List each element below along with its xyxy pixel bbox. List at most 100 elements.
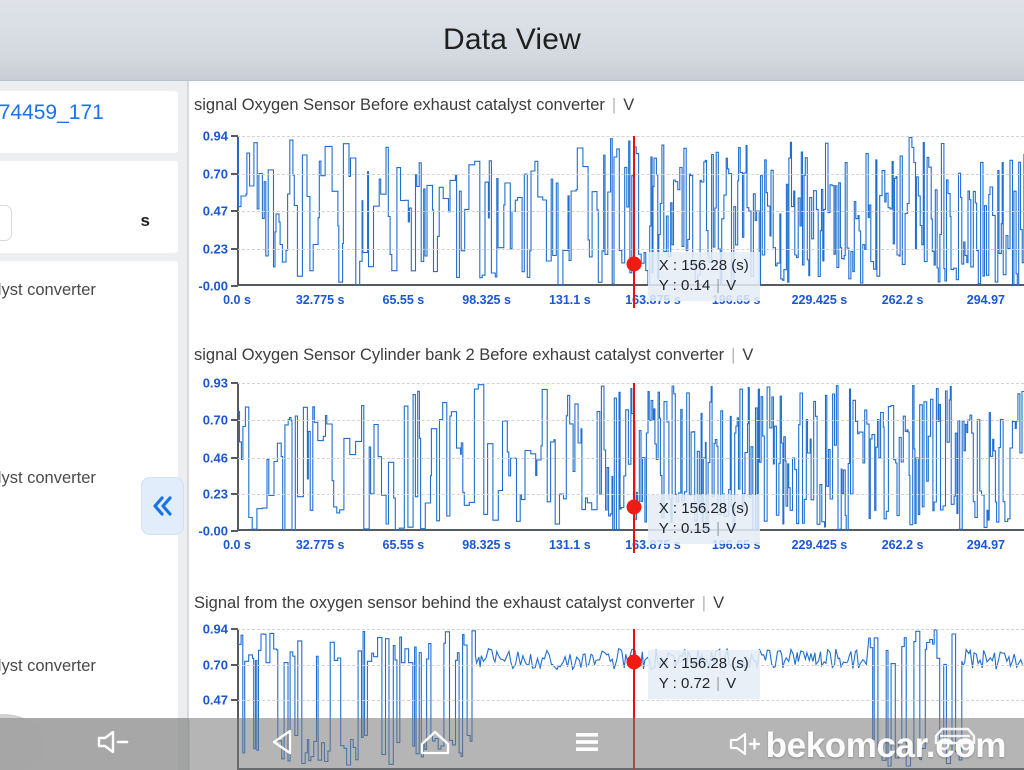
x-axis-tick-label: 131.1 s bbox=[548, 293, 591, 307]
tooltip-y-value: Y : 0.14 | V bbox=[658, 276, 737, 294]
back-triangle-icon bbox=[268, 727, 300, 762]
y-axis-tick-label: 0.93 bbox=[202, 375, 228, 391]
tooltip-y-value: Y : 0.72 | V bbox=[658, 675, 737, 692]
y-axis-tick-label: 0.70 bbox=[202, 412, 228, 428]
gridline bbox=[237, 249, 1024, 251]
nav-home-button[interactable] bbox=[406, 724, 464, 764]
cursor-dot[interactable] bbox=[626, 654, 642, 670]
y-tick-mark bbox=[231, 173, 238, 176]
range-card: s bbox=[0, 161, 178, 253]
data-view-screen: Data View 313174459_171 .csv s ust catal… bbox=[0, 0, 1024, 770]
chart-title-text: signal Oxygen Sensor Cylinder bank 2 Bef… bbox=[194, 346, 725, 364]
app-header: Data View bbox=[0, 0, 1024, 81]
tooltip-x-value: X : 156.28 (s) bbox=[658, 500, 749, 518]
x-axis-tick-label: 229.425 s bbox=[791, 538, 848, 552]
y-tick-mark bbox=[231, 493, 238, 496]
x-axis-tick-label: 262.2 s bbox=[881, 538, 924, 552]
y-axis-tick-label: 0.47 bbox=[202, 203, 228, 219]
x-axis-tick-label: 294.97 bbox=[966, 293, 1006, 307]
y-tick-mark bbox=[231, 382, 238, 384]
charts-pane[interactable]: signal Oxygen Sensor Before exhaust cata… bbox=[191, 81, 1024, 770]
cursor-tooltip: X : 156.28 (s) Y : 0.14 | V bbox=[647, 251, 760, 301]
y-axis-tick-label: -0.00 bbox=[198, 278, 228, 294]
chart-block-2: signal Oxygen Sensor Cylinder bank 2 Bef… bbox=[191, 331, 1024, 579]
chart-title-text: signal Oxygen Sensor Before exhaust cata… bbox=[194, 96, 605, 114]
y-tick-mark bbox=[231, 418, 238, 421]
chart-title-1: signal Oxygen Sensor Before exhaust cata… bbox=[194, 96, 634, 115]
gridline bbox=[237, 419, 1024, 421]
gridline bbox=[237, 174, 1024, 176]
double-chevron-left-icon bbox=[150, 495, 176, 517]
chart-title-separator: | bbox=[611, 96, 617, 114]
y-axis-tick-label: 0.70 bbox=[202, 166, 228, 182]
y-tick-mark bbox=[231, 664, 238, 666]
range-input[interactable] bbox=[0, 205, 12, 241]
gridline bbox=[237, 383, 1024, 384]
cursor-tooltip: X : 156.28 (s) Y : 0.72 | V bbox=[647, 650, 760, 699]
x-axis-tick-label: 294.97 bbox=[966, 538, 1006, 552]
nav-recents-button[interactable] bbox=[558, 724, 616, 764]
y-axis-tick-label: 0.46 bbox=[202, 450, 228, 466]
y-tick-mark bbox=[231, 698, 238, 701]
sidebar: 313174459_171 .csv s ust catalyst conver… bbox=[0, 81, 189, 770]
body-area: 313174459_171 .csv s ust catalyst conver… bbox=[0, 81, 1024, 770]
y-axis-tick-label: 0.70 bbox=[202, 657, 228, 673]
y-tick-mark bbox=[231, 530, 238, 532]
y-axis-tick-label: 0.23 bbox=[202, 241, 228, 257]
x-axis-tick-label: 32.775 s bbox=[295, 538, 345, 552]
file-card[interactable]: 313174459_171 .csv bbox=[0, 91, 178, 153]
signal-item-label: ust catalyst converter bbox=[0, 657, 96, 675]
x-axis-tick-label: 0.0 s bbox=[223, 293, 251, 307]
cursor-tooltip: X : 156.28 (s) Y : 0.15 | V bbox=[647, 495, 760, 545]
cursor-dot[interactable] bbox=[626, 256, 642, 272]
chart-title-2: signal Oxygen Sensor Cylinder bank 2 Bef… bbox=[194, 346, 753, 365]
y-axis-tick-label: 0.23 bbox=[202, 486, 228, 502]
watermark: bekomcar.com bbox=[725, 726, 1006, 766]
chart-title-separator: | bbox=[701, 594, 707, 612]
volume-down-button[interactable] bbox=[0, 714, 190, 770]
file-extension-label: .csv bbox=[0, 127, 166, 151]
chart-plot-2[interactable]: 0.93 0.70 0.46 0.23 -0.00 0.0 s 32.775 s 65.55 … bbox=[198, 376, 1024, 553]
range-unit-label: s bbox=[140, 211, 150, 230]
volume-up-icon bbox=[725, 729, 763, 764]
y-tick-mark bbox=[231, 210, 238, 212]
tooltip-y-value: Y : 0.15 | V bbox=[658, 520, 737, 538]
y-tick-mark bbox=[231, 248, 238, 251]
file-name-label: 313174459_171 bbox=[0, 101, 104, 124]
list-item[interactable]: ust catalyst converter bbox=[0, 543, 178, 637]
sidebar-collapse-button[interactable] bbox=[141, 477, 184, 535]
y-axis-tick-label: 0.94 bbox=[202, 621, 228, 637]
y-tick-mark bbox=[231, 456, 238, 459]
chart-unit-label: V bbox=[713, 594, 725, 612]
volume-down-icon bbox=[93, 727, 133, 762]
y-tick-mark bbox=[231, 285, 238, 287]
x-axis-tick-label: 65.55 s bbox=[382, 538, 425, 552]
x-axis-tick-label: 229.425 s bbox=[791, 293, 848, 307]
nav-back-button[interactable] bbox=[255, 724, 313, 764]
tooltip-x-value: X : 156.28 (s) bbox=[658, 256, 749, 274]
page-title: Data View bbox=[443, 23, 581, 56]
gridline bbox=[237, 494, 1024, 496]
cursor-line[interactable] bbox=[632, 383, 635, 553]
chart-unit-label: V bbox=[742, 346, 754, 364]
x-axis-tick-label: 131.1 s bbox=[548, 538, 591, 552]
chart-unit-label: V bbox=[623, 96, 635, 114]
recents-menu-icon bbox=[572, 727, 602, 762]
list-item[interactable]: ust catalyst converter bbox=[0, 261, 178, 355]
cursor-dot[interactable] bbox=[626, 499, 642, 515]
gridline bbox=[237, 629, 1024, 630]
y-axis-tick-label: 0.47 bbox=[202, 692, 228, 707]
list-item[interactable]: ust catalyst converter bbox=[0, 355, 178, 487]
chart-block-1: signal Oxygen Sensor Before exhaust cata… bbox=[191, 81, 1024, 331]
y-axis-tick-label: -0.00 bbox=[198, 523, 228, 539]
tooltip-x-value: X : 156.28 (s) bbox=[658, 655, 749, 672]
gridline bbox=[237, 457, 1024, 459]
gridline bbox=[237, 211, 1024, 212]
y-tick-mark bbox=[231, 628, 238, 630]
signal-item-label: ust catalyst converter bbox=[0, 281, 96, 299]
volume-panel-backdrop bbox=[0, 714, 46, 770]
chart-plot-1[interactable]: 0.94 0.70 0.47 0.23 -0.00 0.0 s 32.775 s 65.55 … bbox=[198, 129, 1024, 308]
y-axis-tick-label: 0.94 bbox=[202, 128, 228, 144]
sidebar-divider bbox=[187, 81, 189, 770]
cursor-line[interactable] bbox=[632, 136, 635, 308]
